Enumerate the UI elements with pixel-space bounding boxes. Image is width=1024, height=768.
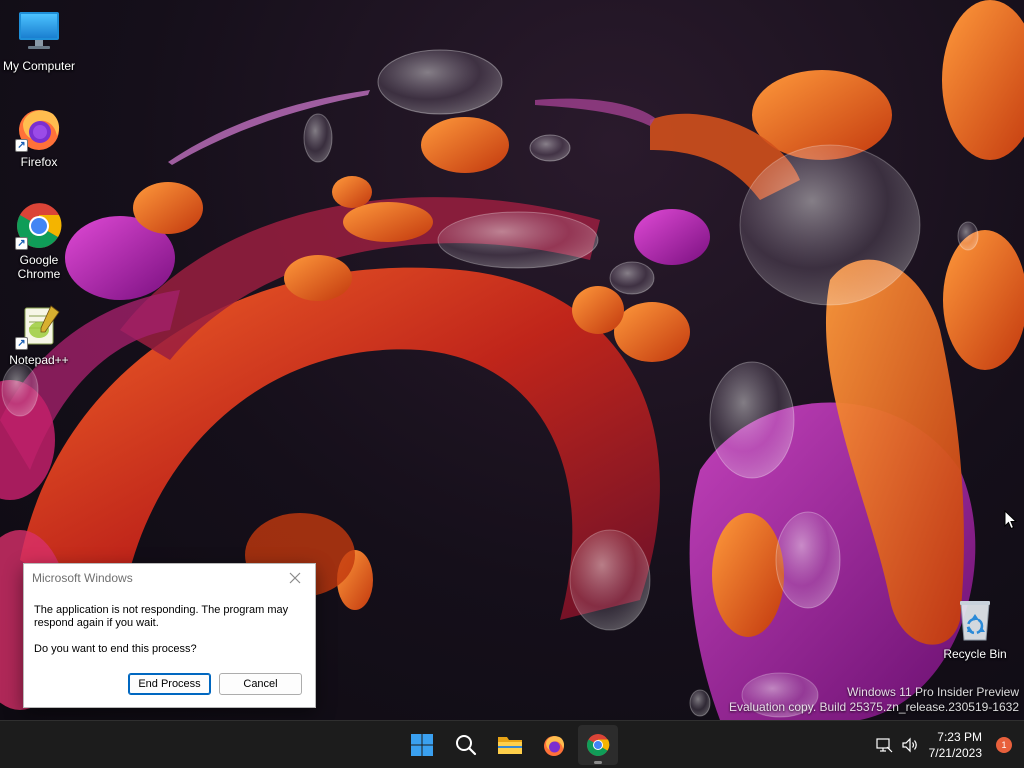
shortcut-arrow-icon: ↗ bbox=[15, 337, 28, 350]
desktop-icon-notepad-plus-plus[interactable]: ↗ Notepad++ bbox=[0, 302, 78, 367]
taskbar: 7:23 PM 7/21/2023 1 bbox=[0, 720, 1024, 768]
recycle-bin-icon bbox=[951, 596, 999, 644]
volume-icon bbox=[902, 737, 917, 753]
close-icon bbox=[289, 572, 301, 584]
chrome-icon bbox=[587, 734, 610, 756]
end-process-button[interactable]: End Process bbox=[128, 673, 211, 695]
shortcut-arrow-icon: ↗ bbox=[15, 237, 28, 250]
start-button[interactable] bbox=[402, 725, 442, 765]
dialog-body: The application is not responding. The p… bbox=[24, 592, 315, 656]
watermark-edition: Windows 11 Pro Insider Preview bbox=[847, 685, 1019, 699]
close-button[interactable] bbox=[283, 568, 307, 588]
dialog-buttons: End Process Cancel bbox=[128, 673, 302, 695]
desktop-icon-label: My Computer bbox=[2, 59, 76, 73]
shortcut-arrow-icon: ↗ bbox=[15, 139, 28, 152]
firefox-icon: ↗ bbox=[15, 104, 63, 152]
notification-badge[interactable]: 1 bbox=[996, 737, 1012, 753]
evaluation-watermark: Windows 11 Pro Insider Preview Evaluatio… bbox=[729, 685, 1019, 715]
dialog-question: Do you want to end this process? bbox=[34, 643, 197, 655]
taskbar-clock[interactable]: 7:23 PM 7/21/2023 bbox=[929, 729, 982, 761]
file-explorer-button[interactable] bbox=[490, 725, 530, 765]
desktop-icon-recycle-bin[interactable]: Recycle Bin bbox=[936, 596, 1014, 661]
watermark-build: Evaluation copy. Build 25375.zn_release.… bbox=[729, 700, 1019, 714]
not-responding-dialog: Microsoft Windows The application is not… bbox=[23, 563, 316, 708]
search-button[interactable] bbox=[446, 725, 486, 765]
chrome-icon: ↗ bbox=[15, 202, 63, 250]
desktop-icon-firefox[interactable]: ↗ Firefox bbox=[0, 104, 78, 169]
mouse-cursor-icon bbox=[1004, 509, 1018, 535]
chrome-taskbar-button[interactable] bbox=[578, 725, 618, 765]
desktop-icon-label: Notepad++ bbox=[9, 353, 69, 367]
tray-icons[interactable] bbox=[875, 736, 919, 754]
desktop-icon-label: Firefox bbox=[20, 155, 58, 169]
desktop-icon-label: Recycle Bin bbox=[943, 647, 1007, 661]
firefox-taskbar-button[interactable] bbox=[534, 725, 574, 765]
search-icon bbox=[456, 735, 477, 756]
dialog-title-bar[interactable]: Microsoft Windows bbox=[24, 564, 315, 592]
desktop-icon-my-computer[interactable]: My Computer bbox=[0, 8, 78, 73]
firefox-icon bbox=[544, 736, 565, 756]
system-tray: 7:23 PM 7/21/2023 1 bbox=[875, 721, 1024, 768]
taskbar-apps bbox=[402, 725, 618, 765]
monitor-icon bbox=[15, 8, 63, 56]
clock-date: 7/21/2023 bbox=[928, 746, 982, 760]
cancel-button[interactable]: Cancel bbox=[219, 673, 302, 695]
notepadpp-icon: ↗ bbox=[15, 302, 63, 350]
desktop-icon-label: Google Chrome bbox=[17, 253, 61, 281]
network-icon bbox=[876, 738, 893, 753]
desktop-icon-google-chrome[interactable]: ↗ Google Chrome bbox=[0, 202, 78, 281]
file-explorer-icon bbox=[498, 737, 522, 754]
clock-time: 7:23 PM bbox=[937, 730, 982, 744]
dialog-title: Microsoft Windows bbox=[32, 571, 133, 585]
dialog-message: The application is not responding. The p… bbox=[34, 604, 289, 629]
start-icon bbox=[411, 734, 433, 756]
